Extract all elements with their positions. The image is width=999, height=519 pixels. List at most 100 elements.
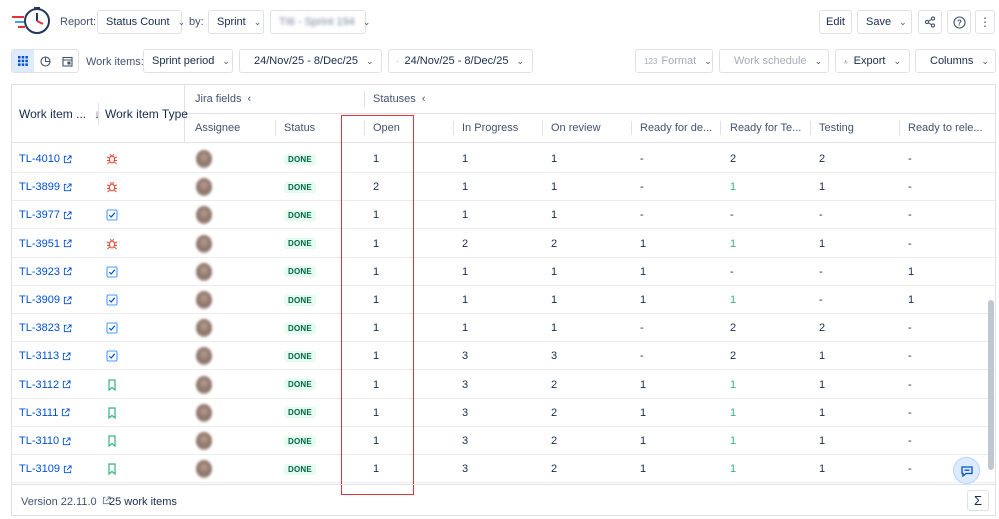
work-item-link[interactable]: TL-3113 [19, 342, 71, 370]
cell-on-review: 2 [551, 406, 558, 419]
statuses-group-header[interactable]: Statuses ‹ [373, 85, 425, 113]
chart-view-button[interactable] [34, 50, 56, 72]
chat-support-button[interactable] [953, 457, 980, 484]
number-format-icon: 123 [644, 56, 658, 66]
assignee-avatar-cell [196, 286, 212, 314]
work-item-key[interactable]: TL-3823 [19, 322, 60, 334]
column-divider [720, 121, 721, 135]
date-range-2-picker[interactable]: 24/Nov/25 - 8/Dec/25 ⌄ [388, 49, 533, 73]
date-range-1-value: 24/Nov/25 - 8/Dec/25 [254, 55, 358, 67]
avatar [196, 403, 212, 422]
save-button[interactable]: Save ⌄ [857, 10, 912, 34]
work-schedule-button[interactable]: Work schedule ⌄ [719, 49, 829, 73]
work-item-key[interactable]: TL-3111 [19, 407, 58, 419]
chevron-down-icon: ⌄ [177, 16, 186, 27]
avatar [196, 432, 212, 450]
chevron-down-icon: ⌄ [222, 55, 230, 66]
table-row: TL-3110 DONE 1 3 2 1 1 1 - [12, 427, 995, 455]
work-item-link[interactable]: TL-3109 [19, 455, 72, 483]
sum-button[interactable]: Σ [967, 490, 989, 511]
work-items-select[interactable]: Sprint period ⌄ [143, 49, 233, 73]
cell-open: 1 [373, 406, 380, 419]
chevron-left-icon[interactable]: ‹ [422, 93, 426, 105]
jira-fields-label: Jira fields [195, 93, 242, 105]
col-header-testing[interactable]: Testing [819, 113, 854, 142]
work-item-link[interactable]: TL-3899 [19, 173, 72, 201]
work-item-key[interactable]: TL-3113 [19, 350, 59, 362]
chevron-down-icon: ⌄ [516, 55, 524, 66]
col-header-assignee[interactable]: Assignee [195, 113, 240, 142]
avatar [196, 178, 212, 197]
share-button[interactable] [918, 10, 942, 34]
work-item-key[interactable]: TL-3112 [19, 379, 59, 391]
col-header-ready-to-release[interactable]: Ready to rele... [908, 113, 983, 142]
work-item-link[interactable]: TL-3951 [19, 230, 72, 258]
sprint-select[interactable]: TI6 - Sprint 194 ⌄ [270, 10, 370, 34]
work-item-key[interactable]: TL-3109 [19, 463, 60, 475]
jira-fields-group-header[interactable]: Jira fields ‹ [195, 85, 251, 113]
work-item-link[interactable]: TL-3823 [19, 314, 72, 342]
external-link-icon[interactable] [63, 183, 72, 192]
more-vertical-icon: ⋮ [979, 15, 991, 29]
external-link-icon[interactable] [63, 211, 72, 220]
column-divider [275, 121, 276, 135]
work-item-key[interactable]: TL-3909 [19, 294, 60, 306]
cell-ready-to-release: - [908, 322, 912, 335]
cell-ready-for-dev: 1 [640, 463, 647, 476]
more-options-button[interactable]: ⋮ [975, 10, 995, 34]
report-select[interactable]: Status Count ⌄ [97, 10, 185, 34]
grid-view-button[interactable] [12, 50, 34, 72]
external-link-icon[interactable] [63, 465, 72, 474]
col-header-on-review[interactable]: On review [551, 113, 601, 142]
external-link-icon[interactable] [62, 436, 71, 446]
col-header-ready-for-test[interactable]: Ready for Te... [730, 113, 801, 142]
work-item-link[interactable]: TL-3909 [19, 286, 72, 314]
work-item-link[interactable]: TL-4010 [19, 145, 72, 173]
col-header-in-progress[interactable]: In Progress [462, 113, 518, 142]
col-header-ready-for-dev[interactable]: Ready for de... [640, 113, 712, 142]
chevron-left-icon[interactable]: ‹ [247, 93, 251, 105]
external-link-icon[interactable] [61, 408, 70, 417]
work-item-key[interactable]: TL-3110 [19, 435, 59, 447]
work-item-link[interactable]: TL-3110 [19, 427, 71, 455]
help-button[interactable]: ? [947, 10, 971, 34]
col-header-status[interactable]: Status [284, 113, 315, 142]
external-link-icon[interactable] [63, 239, 72, 248]
work-item-key[interactable]: TL-3899 [19, 181, 60, 193]
table-row: TL-3109 DONE 1 3 2 1 1 1 - [12, 455, 995, 484]
assignee-avatar-cell [196, 427, 212, 455]
version-link[interactable]: Version 22.11.0 [21, 496, 111, 508]
format-button[interactable]: 123 Format ⌄ [635, 49, 713, 73]
group-by-select[interactable]: Sprint ⌄ [208, 10, 264, 34]
edit-button[interactable]: Edit [819, 10, 852, 34]
work-item-key[interactable]: TL-4010 [19, 153, 60, 165]
cell-open: 2 [373, 181, 380, 194]
calendar-view-button[interactable] [56, 50, 78, 72]
table-row: TL-3951 DONE 1 2 2 1 1 1 - [12, 230, 995, 258]
cell-ready-for-dev: 1 [640, 435, 647, 447]
work-item-link[interactable]: TL-3977 [19, 201, 72, 229]
work-item-key[interactable]: TL-3951 [19, 238, 60, 250]
external-link-icon[interactable] [63, 295, 72, 305]
external-link-icon[interactable] [62, 352, 71, 361]
columns-button[interactable]: Columns ⌄ [915, 49, 996, 73]
work-item-key[interactable]: TL-3923 [19, 266, 60, 278]
vertical-scrollbar[interactable] [988, 300, 994, 470]
col-header-open[interactable]: Open [373, 113, 400, 142]
external-link-icon[interactable] [62, 380, 71, 389]
external-link-icon[interactable] [63, 154, 72, 164]
date-range-1-picker[interactable]: 24/Nov/25 - 8/Dec/25 ⌄ [239, 49, 382, 73]
work-item-key[interactable]: TL-3977 [19, 209, 60, 221]
cell-ready-to-release: - [908, 435, 912, 447]
cell-on-review: 1 [551, 153, 558, 165]
work-item-link[interactable]: TL-3111 [19, 399, 70, 427]
external-link-icon[interactable] [63, 267, 72, 276]
work-item-link[interactable]: TL-3923 [19, 258, 72, 286]
chevron-down-icon: ⌄ [981, 55, 989, 66]
work-item-link[interactable]: TL-3112 [19, 371, 71, 399]
assignee-avatar-cell [196, 371, 212, 399]
cell-testing: 1 [819, 463, 826, 476]
external-link-icon[interactable] [63, 324, 72, 333]
cell-ready-for-dev: 1 [640, 265, 647, 278]
export-button[interactable]: Export ⌄ [835, 49, 910, 73]
